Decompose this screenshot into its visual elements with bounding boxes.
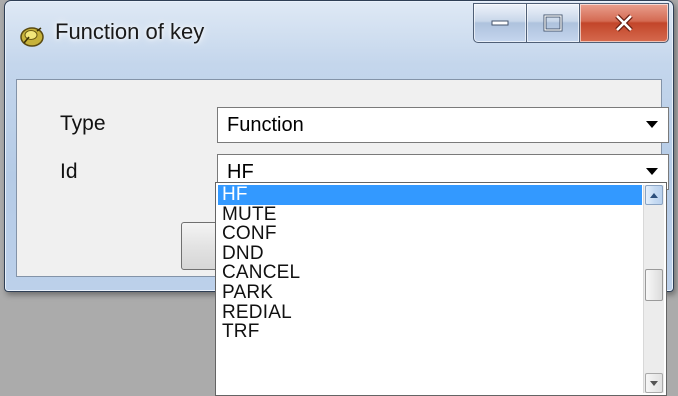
scroll-up-button[interactable] (645, 185, 663, 205)
id-select-value: HF (227, 161, 254, 183)
option-list: HF MUTE CONF DND CANCEL PARK REDIAL TRF (218, 185, 642, 342)
list-item[interactable]: CONF (218, 224, 642, 244)
list-item[interactable]: TRF (218, 322, 642, 342)
type-label: Type (60, 112, 106, 135)
maximize-button[interactable] (527, 3, 580, 43)
chevron-down-icon (650, 381, 658, 386)
minimize-button[interactable] (473, 3, 527, 43)
chevron-down-icon[interactable] (637, 109, 667, 141)
title-bar[interactable]: Function of key (5, 1, 673, 77)
minimize-icon (491, 20, 509, 26)
list-item[interactable]: PARK (218, 283, 642, 303)
dropdown-scrollbar[interactable] (643, 185, 664, 393)
type-select[interactable]: Function (217, 107, 669, 143)
list-item[interactable]: MUTE (218, 204, 642, 225)
id-label: Id (60, 160, 78, 183)
close-icon (615, 14, 633, 32)
window-controls (473, 3, 669, 43)
key-app-icon (19, 23, 45, 49)
type-select-value: Function (227, 114, 304, 136)
list-item[interactable]: DND (218, 244, 642, 264)
maximize-icon (543, 14, 563, 32)
list-item[interactable]: REDIAL (218, 302, 642, 323)
window-title: Function of key (55, 19, 205, 44)
close-button[interactable] (580, 3, 669, 43)
list-item[interactable]: HF (218, 185, 642, 205)
chevron-up-icon (650, 193, 658, 198)
list-item[interactable]: CANCEL (218, 263, 642, 283)
scroll-thumb[interactable] (645, 269, 663, 301)
id-dropdown-list[interactable]: HF MUTE CONF DND CANCEL PARK REDIAL TRF (215, 182, 667, 396)
scroll-down-button[interactable] (645, 373, 663, 393)
